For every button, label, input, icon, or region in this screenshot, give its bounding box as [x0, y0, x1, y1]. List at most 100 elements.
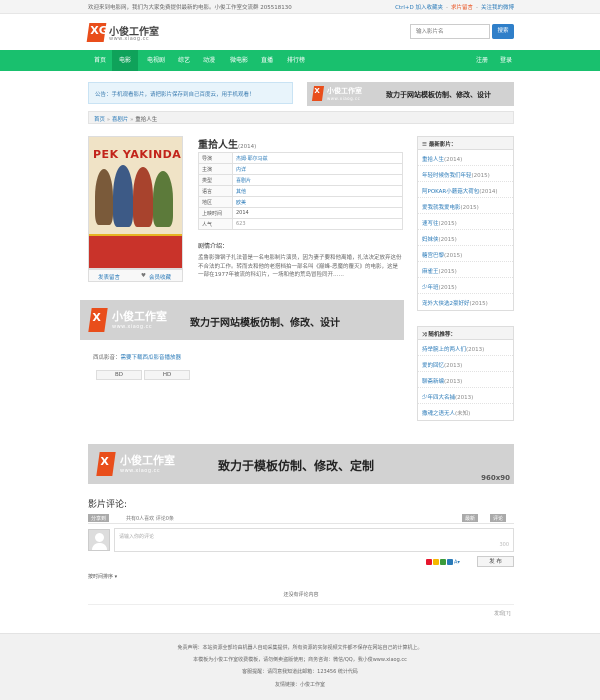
banner-title: 小俊工作室 [327, 87, 362, 95]
search-input[interactable] [410, 24, 490, 39]
crumb-category[interactable]: 喜剧片 [112, 117, 129, 123]
publish-button[interactable]: 发 布 [477, 556, 514, 567]
sidebar-latest-heading: ☰ 最新影片： [418, 137, 513, 150]
banner-logo-mark: X [88, 308, 108, 332]
comment-input[interactable]: 请输入你的评论 300 [114, 528, 514, 552]
list-item[interactable]: 爱我就我爱电影(2015) [418, 198, 513, 214]
info-row: 类型 喜剧片 [198, 174, 403, 186]
movie-poster[interactable]: PEK YAKINDA [88, 136, 183, 269]
search-button[interactable]: 搜索 [492, 24, 514, 39]
ad-banner-small[interactable]: X 小俊工作室 www.xiaog.cc 致力于网站模板仿制、修改、设计 [307, 82, 514, 106]
banner-title: 小俊工作室 [120, 454, 175, 467]
movie-info-table: 导演 杰姆·耶尔马兹 主演 内详 类型 喜剧片 语言 其他 地区 欧美 上映时间 2014 … [198, 152, 403, 230]
list-item[interactable]: 宠外大侠选2豪好好(2015) [418, 294, 513, 310]
nav-ranking[interactable]: 排行榜 [280, 50, 312, 71]
language-link[interactable]: 其他 [236, 189, 246, 195]
list-item[interactable]: 妈妹侠(2015) [418, 230, 513, 246]
list-item[interactable]: 撒魂之语无人(未知) [418, 404, 513, 420]
list-item[interactable]: 持举腕上的两人们(2013) [418, 340, 513, 356]
crumb-current: 重拾人生 [135, 117, 158, 123]
sidebar-random-heading: ⤨ 随机推荐： [418, 327, 513, 340]
nav-micro[interactable]: 微电影 [224, 50, 254, 71]
footer: 免责声明：本站资源全部均由机器人自动采集提供，所有资源的实际视频文件都不保存在网… [0, 633, 600, 700]
login-link[interactable]: 登录 [496, 50, 516, 71]
list-item[interactable]: 年轻时候伤我们年轻(2015) [418, 166, 513, 182]
ad-banner-mid[interactable]: X 小俊工作室 www.xiaog.cc 致力于网站模板仿制、修改、设计 [80, 300, 404, 340]
footer-links[interactable]: 友情链接：小俊工作室 [0, 681, 600, 688]
avatar [88, 529, 110, 551]
banner-slogan: 致力于网站模板仿制、修改、设计 [190, 318, 340, 329]
list-item[interactable]: 聊斋新编(2013) [418, 372, 513, 388]
favorite-button[interactable]: 会员收藏 [149, 273, 171, 281]
list-item[interactable]: 重拾人生(2014) [418, 150, 513, 166]
nav-tv[interactable]: 电视剧 [140, 50, 172, 71]
add-favorite-link[interactable]: Ctrl+D 加入收藏夹 [395, 5, 443, 11]
banner-url: www.xiaog.cc [120, 468, 161, 474]
banner-size: 960x90 [481, 474, 510, 482]
info-row: 语言 其他 [198, 185, 403, 197]
register-link[interactable]: 注册 [472, 50, 492, 71]
sidebar-latest: ☰ 最新影片： 重拾人生(2014) 年轻时候伤我们年轻(2015) 阿POKA… [417, 136, 514, 311]
footer-copyright: 本模板为小俊工作室收费模板，请勿倒卖盗版使用；商务咨询：微信/QQ，我小俊www… [193, 657, 407, 663]
welcome-text: 欢迎来到电影网，我们为大家免费提供最新的电影。小俊工作室交流群 20551813… [88, 5, 292, 11]
chevron-down-icon: ▾ [114, 574, 118, 580]
nav-variety[interactable]: 综艺 [172, 50, 196, 71]
sort-latest-button[interactable]: 最新 [462, 514, 479, 522]
banner-slogan: 致力于网站模板仿制、修改、设计 [386, 91, 491, 99]
list-item[interactable]: 爱的回忆(2013) [418, 356, 513, 372]
list-item[interactable]: 麻雀王(2015) [418, 262, 513, 278]
list-item[interactable]: 速写往(2015) [418, 214, 513, 230]
list-item[interactable]: 阿POKAR小蘑菇大荷包(2014) [418, 182, 513, 198]
ad-banner-wide[interactable]: X 小俊工作室 www.xiaog.cc 致力于模板仿制、修改、定制 960x9… [88, 444, 514, 484]
list-item[interactable]: 少年四大名捕(2013) [418, 388, 513, 404]
region-link[interactable]: 欧美 [236, 200, 246, 206]
follow-weibo-link[interactable]: 关注我的微博 [481, 5, 514, 11]
douban-icon[interactable] [440, 559, 446, 565]
banner-url: www.xiaog.cc [112, 324, 153, 330]
nav-live[interactable]: 直播 [256, 50, 278, 71]
list-item[interactable]: 少年班(2015) [418, 278, 513, 294]
nav-home[interactable]: 首页 [88, 50, 112, 71]
source-hd-button[interactable]: HD [144, 370, 190, 380]
source-bd-button[interactable]: BD [96, 370, 142, 380]
more-share-icon[interactable]: A▾ [454, 560, 460, 566]
share-icons: A▾ [426, 559, 460, 566]
list-item[interactable]: 糖宫巴黎(2015) [418, 246, 513, 262]
banner-url: www.xiaog.cc [327, 96, 361, 101]
topbar-links: Ctrl+D 加入收藏夹 - 求片留言 - 关注我的微博 [395, 5, 514, 11]
feedback-link[interactable]: 发现[?] [494, 610, 511, 617]
banner-title: 小俊工作室 [112, 310, 167, 323]
footer-contact: 客服提醒：请同意我知道此邮箱：123456 统计代码 [242, 669, 358, 675]
main-nav: 首页 电影 电视剧 综艺 动漫 微电影 直播 排行榜 注册 登录 [0, 50, 600, 71]
send-message-button[interactable]: 发表留言 [98, 273, 120, 281]
qzone-icon[interactable] [433, 559, 439, 565]
request-link[interactable]: 求片留言 [451, 5, 473, 11]
shuffle-icon: ⤨ [422, 332, 427, 338]
top-bar: 欢迎来到电影网，我们为大家免费提供最新的电影。小俊工作室交流群 20551813… [0, 0, 600, 14]
logo-url: www.xiaog.cc [109, 36, 150, 42]
director-link[interactable]: 杰姆·耶尔马兹 [236, 156, 268, 162]
genre-link[interactable]: 喜剧片 [236, 178, 251, 184]
renren-icon[interactable] [447, 559, 453, 565]
intro-heading: 剧情介绍： [198, 243, 229, 250]
breadcrumb: 首页 » 喜剧片 » 重拾人生 [88, 111, 514, 124]
sort-comments-button[interactable]: 评论 [490, 514, 507, 522]
weibo-icon[interactable] [426, 559, 432, 565]
cast-link[interactable]: 内详 [236, 167, 246, 173]
sidebar-random: ⤨ 随机推荐： 持举腕上的两人们(2013) 爱的回忆(2013) 聊斋新编(2… [417, 326, 514, 421]
char-counter: 300 [499, 542, 509, 548]
banner-logo-mark: X [96, 452, 116, 476]
sort-dropdown[interactable]: 按时间排序 ▾ [88, 573, 117, 580]
nav-anime[interactable]: 动漫 [196, 50, 222, 71]
share-tag[interactable]: 分享到 [88, 514, 110, 522]
info-row: 导演 杰姆·耶尔马兹 [198, 152, 403, 164]
nav-movie[interactable]: 电影 [112, 50, 138, 71]
site-logo[interactable]: XG 小俊工作室 www.xiaog.cc [86, 23, 160, 45]
no-comments-text: 还没有评论内容 [88, 591, 514, 605]
poster-title: PEK YAKINDA [93, 148, 182, 161]
info-row: 主演 内详 [198, 163, 403, 175]
crumb-home[interactable]: 首页 [94, 117, 105, 123]
movie-year: (2014) [238, 144, 257, 150]
download-player-link[interactable]: 需要下载西瓜影音播放器 [121, 355, 182, 361]
info-row: 上映时间 2014 [198, 207, 403, 219]
